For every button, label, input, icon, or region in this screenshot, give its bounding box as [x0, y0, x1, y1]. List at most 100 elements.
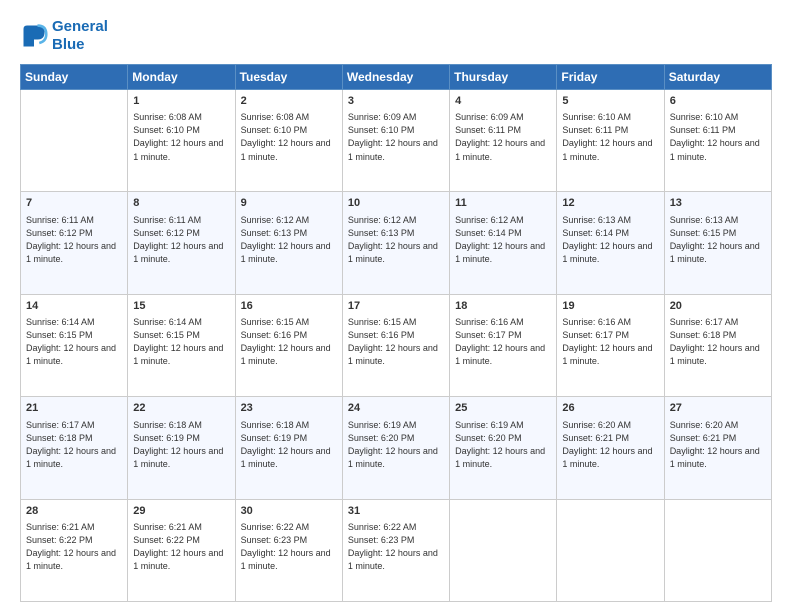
calendar-cell: 9 Sunrise: 6:12 AM Sunset: 6:13 PM Daylig… — [235, 192, 342, 294]
day-number: 8 — [133, 196, 229, 211]
calendar-cell — [450, 499, 557, 601]
calendar-cell: 19 Sunrise: 6:16 AM Sunset: 6:17 PM Dayli… — [557, 294, 664, 396]
day-info: Sunrise: 6:22 AM Sunset: 6:23 PM Dayligh… — [348, 521, 444, 573]
day-info: Sunrise: 6:08 AM Sunset: 6:10 PM Dayligh… — [133, 111, 229, 163]
day-info: Sunrise: 6:12 AM Sunset: 6:13 PM Dayligh… — [241, 214, 337, 266]
day-number: 2 — [241, 94, 337, 109]
day-info: Sunrise: 6:12 AM Sunset: 6:14 PM Dayligh… — [455, 214, 551, 266]
calendar-cell: 17 Sunrise: 6:15 AM Sunset: 6:16 PM Dayli… — [342, 294, 449, 396]
logo-icon — [20, 22, 48, 50]
calendar-cell: 27Sunrise: 6:20 AM Sunset: 6:21 PM Dayli… — [664, 397, 771, 499]
calendar-header-thursday: Thursday — [450, 65, 557, 90]
day-number: 4 — [455, 94, 551, 109]
day-number: 30 — [241, 504, 337, 519]
calendar-cell: 23Sunrise: 6:18 AM Sunset: 6:19 PM Dayli… — [235, 397, 342, 499]
calendar-cell — [557, 499, 664, 601]
calendar-cell — [664, 499, 771, 601]
day-info: Sunrise: 6:16 AM Sunset: 6:17 PM Dayligh… — [562, 316, 658, 368]
calendar-cell: 3 Sunrise: 6:09 AM Sunset: 6:10 PM Daylig… — [342, 90, 449, 192]
day-number: 15 — [133, 299, 229, 314]
day-info: Sunrise: 6:22 AM Sunset: 6:23 PM Dayligh… — [241, 521, 337, 573]
calendar-cell: 7 Sunrise: 6:11 AM Sunset: 6:12 PM Daylig… — [21, 192, 128, 294]
day-number: 16 — [241, 299, 337, 314]
day-number: 9 — [241, 196, 337, 211]
calendar-cell: 5 Sunrise: 6:10 AM Sunset: 6:11 PM Daylig… — [557, 90, 664, 192]
calendar-cell: 30 Sunrise: 6:22 AM Sunset: 6:23 PM Dayli… — [235, 499, 342, 601]
calendar-cell — [21, 90, 128, 192]
calendar-cell: 18Sunrise: 6:16 AM Sunset: 6:17 PM Dayli… — [450, 294, 557, 396]
calendar-cell: 10Sunrise: 6:12 AM Sunset: 6:13 PM Dayli… — [342, 192, 449, 294]
day-number: 20 — [670, 299, 766, 314]
day-number: 24 — [348, 401, 444, 416]
page: General Blue SundayMondayTuesdayWednesda… — [0, 0, 792, 612]
logo-text: General Blue — [52, 18, 108, 54]
day-info: Sunrise: 6:16 AM Sunset: 6:17 PM Dayligh… — [455, 316, 551, 368]
calendar-week-4: 21 Sunrise: 6:17 AM Sunset: 6:18 PM Dayli… — [21, 397, 772, 499]
calendar-cell: 4Sunrise: 6:09 AM Sunset: 6:11 PM Daylig… — [450, 90, 557, 192]
calendar-cell: 1 Sunrise: 6:08 AM Sunset: 6:10 PM Daylig… — [128, 90, 235, 192]
calendar-cell: 21 Sunrise: 6:17 AM Sunset: 6:18 PM Dayli… — [21, 397, 128, 499]
day-number: 25 — [455, 401, 551, 416]
day-info: Sunrise: 6:10 AM Sunset: 6:11 PM Dayligh… — [670, 111, 766, 163]
day-info: Sunrise: 6:11 AM Sunset: 6:12 PM Dayligh… — [133, 214, 229, 266]
day-info: Sunrise: 6:21 AM Sunset: 6:22 PM Dayligh… — [26, 521, 122, 573]
header: General Blue — [20, 18, 772, 54]
day-info: Sunrise: 6:18 AM Sunset: 6:19 PM Dayligh… — [133, 419, 229, 471]
day-number: 3 — [348, 94, 444, 109]
day-number: 22 — [133, 401, 229, 416]
calendar-header-friday: Friday — [557, 65, 664, 90]
day-number: 11 — [455, 196, 551, 211]
calendar-cell: 29Sunrise: 6:21 AM Sunset: 6:22 PM Dayli… — [128, 499, 235, 601]
day-number: 28 — [26, 504, 122, 519]
day-number: 1 — [133, 94, 229, 109]
calendar-week-2: 7 Sunrise: 6:11 AM Sunset: 6:12 PM Daylig… — [21, 192, 772, 294]
calendar-cell: 20 Sunrise: 6:17 AM Sunset: 6:18 PM Dayli… — [664, 294, 771, 396]
day-info: Sunrise: 6:21 AM Sunset: 6:22 PM Dayligh… — [133, 521, 229, 573]
calendar-cell: 22 Sunrise: 6:18 AM Sunset: 6:19 PM Dayli… — [128, 397, 235, 499]
day-info: Sunrise: 6:19 AM Sunset: 6:20 PM Dayligh… — [348, 419, 444, 471]
day-number: 31 — [348, 504, 444, 519]
calendar-cell: 15Sunrise: 6:14 AM Sunset: 6:15 PM Dayli… — [128, 294, 235, 396]
calendar-cell: 12 Sunrise: 6:13 AM Sunset: 6:14 PM Dayli… — [557, 192, 664, 294]
day-info: Sunrise: 6:14 AM Sunset: 6:15 PM Dayligh… — [26, 316, 122, 368]
day-number: 19 — [562, 299, 658, 314]
day-info: Sunrise: 6:17 AM Sunset: 6:18 PM Dayligh… — [26, 419, 122, 471]
calendar-cell: 28 Sunrise: 6:21 AM Sunset: 6:22 PM Dayli… — [21, 499, 128, 601]
day-info: Sunrise: 6:15 AM Sunset: 6:16 PM Dayligh… — [241, 316, 337, 368]
calendar-cell: 26 Sunrise: 6:20 AM Sunset: 6:21 PM Dayli… — [557, 397, 664, 499]
calendar-week-5: 28 Sunrise: 6:21 AM Sunset: 6:22 PM Dayli… — [21, 499, 772, 601]
day-number: 12 — [562, 196, 658, 211]
day-number: 26 — [562, 401, 658, 416]
day-number: 7 — [26, 196, 122, 211]
day-info: Sunrise: 6:15 AM Sunset: 6:16 PM Dayligh… — [348, 316, 444, 368]
calendar-header-wednesday: Wednesday — [342, 65, 449, 90]
day-info: Sunrise: 6:20 AM Sunset: 6:21 PM Dayligh… — [562, 419, 658, 471]
calendar-cell: 31 Sunrise: 6:22 AM Sunset: 6:23 PM Dayli… — [342, 499, 449, 601]
day-number: 17 — [348, 299, 444, 314]
day-number: 27 — [670, 401, 766, 416]
day-number: 21 — [26, 401, 122, 416]
calendar-header-row: SundayMondayTuesdayWednesdayThursdayFrid… — [21, 65, 772, 90]
calendar-cell: 16 Sunrise: 6:15 AM Sunset: 6:16 PM Dayli… — [235, 294, 342, 396]
calendar-header-saturday: Saturday — [664, 65, 771, 90]
day-info: Sunrise: 6:09 AM Sunset: 6:10 PM Dayligh… — [348, 111, 444, 163]
day-number: 23 — [241, 401, 337, 416]
day-number: 5 — [562, 94, 658, 109]
logo: General Blue — [20, 18, 108, 54]
day-info: Sunrise: 6:12 AM Sunset: 6:13 PM Dayligh… — [348, 214, 444, 266]
day-info: Sunrise: 6:11 AM Sunset: 6:12 PM Dayligh… — [26, 214, 122, 266]
calendar-week-3: 14Sunrise: 6:14 AM Sunset: 6:15 PM Dayli… — [21, 294, 772, 396]
calendar-cell: 6 Sunrise: 6:10 AM Sunset: 6:11 PM Daylig… — [664, 90, 771, 192]
day-info: Sunrise: 6:10 AM Sunset: 6:11 PM Dayligh… — [562, 111, 658, 163]
calendar-cell: 8 Sunrise: 6:11 AM Sunset: 6:12 PM Daylig… — [128, 192, 235, 294]
calendar-cell: 11 Sunrise: 6:12 AM Sunset: 6:14 PM Dayli… — [450, 192, 557, 294]
calendar-week-1: 1 Sunrise: 6:08 AM Sunset: 6:10 PM Daylig… — [21, 90, 772, 192]
day-number: 6 — [670, 94, 766, 109]
day-info: Sunrise: 6:17 AM Sunset: 6:18 PM Dayligh… — [670, 316, 766, 368]
calendar-cell: 14Sunrise: 6:14 AM Sunset: 6:15 PM Dayli… — [21, 294, 128, 396]
calendar-table: SundayMondayTuesdayWednesdayThursdayFrid… — [20, 64, 772, 602]
day-info: Sunrise: 6:08 AM Sunset: 6:10 PM Dayligh… — [241, 111, 337, 163]
calendar-header-sunday: Sunday — [21, 65, 128, 90]
calendar-cell: 13Sunrise: 6:13 AM Sunset: 6:15 PM Dayli… — [664, 192, 771, 294]
day-info: Sunrise: 6:13 AM Sunset: 6:14 PM Dayligh… — [562, 214, 658, 266]
